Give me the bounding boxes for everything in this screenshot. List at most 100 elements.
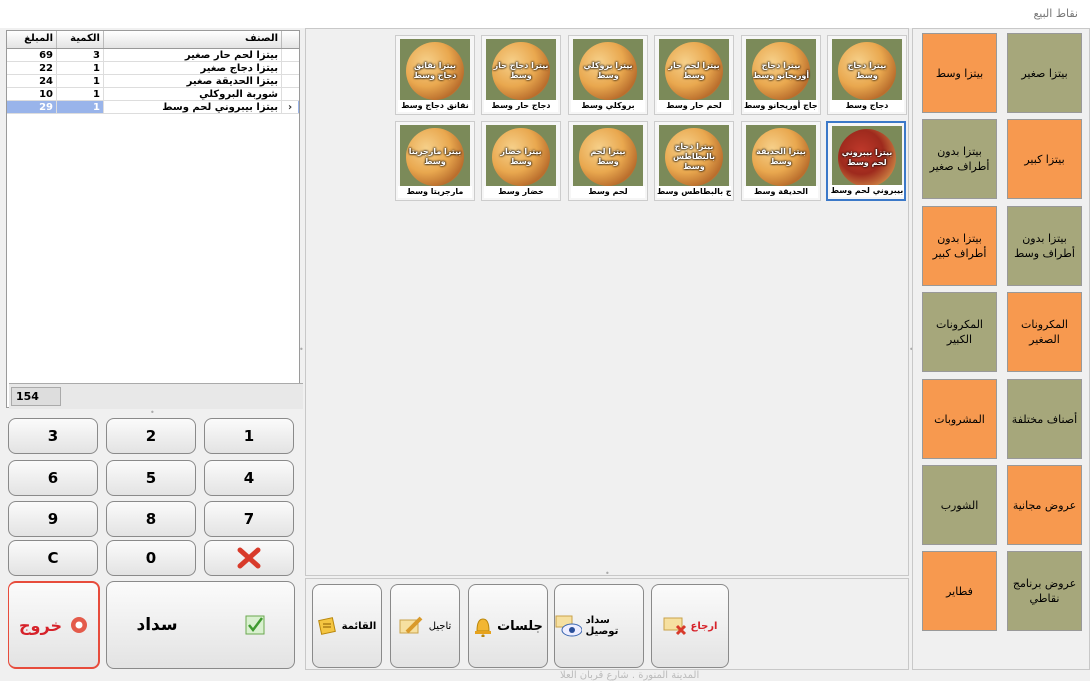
row-amount: 69 [7, 49, 57, 61]
key-7[interactable]: 7 [204, 501, 294, 537]
pizza-image: بيتزا نقانق دجاج وسط [406, 41, 464, 100]
col-amount-header[interactable]: المبلغ [7, 31, 57, 48]
checkmark-icon [245, 615, 265, 635]
row-indicator-icon: › [282, 101, 298, 113]
pay-button[interactable]: سداد [106, 581, 295, 669]
grid-header: المبلغ الكمية الصنف [7, 31, 299, 49]
table-row[interactable]: 24 1 بيتزا الحديقة صغير [7, 75, 299, 88]
table-row[interactable]: 10 1 شوربة البروكلي [7, 88, 299, 101]
exit-label: خروج [19, 615, 62, 635]
product-tile[interactable]: بيتزا لحم وسط لحم وسط [568, 121, 648, 201]
product-label: مارجريتا وسط [398, 186, 472, 198]
title-bar: نقاط البيع [0, 0, 1090, 28]
key-4[interactable]: 4 [204, 460, 294, 496]
key-8[interactable]: 8 [106, 501, 196, 537]
row-amount: 24 [7, 75, 57, 87]
pizza-image: بيتزا دجاج وسط [838, 41, 896, 100]
products-panel: بيتزا دجاج وسط دجاج وسط بيتزا دجاج أوريج… [305, 28, 909, 576]
key-clear[interactable]: C [8, 540, 98, 576]
delete-button[interactable] [204, 540, 294, 576]
category-button[interactable]: عروض برنامج نقاطي [1007, 551, 1082, 631]
key-1[interactable]: 1 [204, 418, 294, 454]
key-2[interactable]: 2 [106, 418, 196, 454]
product-tile[interactable]: بيتزا مارجريتا وسط مارجريتا وسط [395, 121, 475, 201]
menu-label: القائمة [341, 620, 377, 632]
order-grid[interactable]: المبلغ الكمية الصنف 69 3 بيتزا لحم حار ص… [6, 30, 303, 409]
category-button[interactable]: المشروبات [922, 379, 997, 459]
product-tile[interactable]: بيتزا الحديقة وسط الحديقة وسط [741, 121, 821, 201]
product-label: الحديقة وسط [744, 186, 818, 198]
table-row-selected[interactable]: 29 1 بيتزا بيبروني لحم وسط › [7, 101, 299, 114]
pizza-image: بيتزا لحم حار وسط [665, 41, 723, 100]
record-icon [70, 617, 87, 633]
window-title: نقاط البيع [1033, 7, 1078, 20]
row-amount: 22 [7, 62, 57, 74]
bell-icon [475, 618, 492, 637]
category-button[interactable]: عروض مجانية [1007, 465, 1082, 545]
menu-button[interactable]: القائمة [312, 584, 382, 668]
total-bar: 154 [9, 383, 303, 409]
table-row[interactable]: 69 3 بيتزا لحم حار صغير [7, 49, 299, 62]
product-label: نقانق دجاج وسط [398, 100, 472, 112]
product-tile[interactable]: بيتزا بروكلي وسط بروكلي وسط [568, 35, 648, 115]
pay-label: سداد [136, 615, 178, 635]
category-button[interactable]: فطاير [922, 551, 997, 631]
category-button[interactable]: بيتزا بدون أطراف وسط [1007, 206, 1082, 286]
key-6[interactable]: 6 [8, 460, 98, 496]
background-footer-text: المدينة المنورة . شارع قربان العلا [560, 670, 700, 681]
category-button[interactable]: المكرونات الكبير [922, 292, 997, 372]
row-qty: 1 [57, 88, 104, 100]
row-name: شوربة البروكلي [104, 88, 282, 100]
edit-icon [399, 616, 423, 634]
row-indicator [282, 49, 298, 61]
key-9[interactable]: 9 [8, 501, 98, 537]
col-indicator-header [282, 31, 298, 48]
delivery-pay-button[interactable]: سداد توصيل [554, 584, 644, 668]
col-qty-header[interactable]: الكمية [57, 31, 104, 48]
table-row[interactable]: 22 1 بيتزا دجاج صغير [7, 62, 299, 75]
pizza-image: بيتزا بيبروني لحم وسط [838, 128, 896, 187]
product-tile[interactable]: بيتزا دجاج حار وسط دجاج حار وسط [481, 35, 561, 115]
sessions-button[interactable]: جلسات [468, 584, 548, 668]
product-label: لحم وسط [571, 186, 645, 198]
product-label: دجاج وسط [830, 100, 904, 112]
splitter-handle[interactable]: • [150, 408, 155, 417]
splitter-handle[interactable]: • [605, 569, 610, 578]
row-qty: 3 [57, 49, 104, 61]
key-0[interactable]: 0 [106, 540, 196, 576]
product-tile[interactable]: بيتزا دجاج أوريجانو وسط دجاج أوريجانو وس… [741, 35, 821, 115]
product-label: دجاج بالبطاطس وسط [657, 186, 731, 198]
pizza-image: بيتزا دجاج بالبطاطس وسط [665, 127, 723, 186]
category-button[interactable]: أصناف مختلفة [1007, 379, 1082, 459]
row-name: بيتزا بيبروني لحم وسط [104, 101, 282, 113]
category-button[interactable]: بيتزا بدون أطراف كبير [922, 206, 997, 286]
postpone-button[interactable]: تاجيل [390, 584, 460, 668]
exit-button[interactable]: خروج [8, 581, 100, 669]
pizza-image: بيتزا لحم وسط [579, 127, 637, 186]
category-button[interactable]: بيتزا بدون أطراف صغير [922, 119, 997, 199]
product-tile-selected[interactable]: بيتزا بيبروني لحم وسط بيبروني لحم وسط [826, 121, 906, 201]
product-label: دجاج حار وسط [484, 100, 558, 112]
category-button[interactable]: بيتزا صغير [1007, 33, 1082, 113]
product-tile[interactable]: بيتزا نقانق دجاج وسط نقانق دجاج وسط [395, 35, 475, 115]
pizza-image: بيتزا مارجريتا وسط [406, 127, 464, 186]
product-tile[interactable]: بيتزا دجاج بالبطاطس وسط دجاج بالبطاطس وس… [654, 121, 734, 201]
category-button[interactable]: بيتزا وسط [922, 33, 997, 113]
return-button[interactable]: ارجاع [651, 584, 729, 668]
key-3[interactable]: 3 [8, 418, 98, 454]
category-button[interactable]: الشورب [922, 465, 997, 545]
product-tile[interactable]: بيتزا خضار وسط خضار وسط [481, 121, 561, 201]
col-name-header[interactable]: الصنف [104, 31, 282, 48]
key-5[interactable]: 5 [106, 460, 196, 496]
delete-x-icon [237, 547, 261, 569]
category-button[interactable]: بيتزا كبير [1007, 119, 1082, 199]
row-qty: 1 [57, 75, 104, 87]
product-label: دجاج أوريجانو وسط [744, 100, 818, 112]
panel-splitter[interactable]: • [299, 345, 304, 354]
row-name: بيتزا لحم حار صغير [104, 49, 282, 61]
product-tile[interactable]: بيتزا لحم حار وسط لحم حار وسط [654, 35, 734, 115]
category-button[interactable]: المكرونات الصغير [1007, 292, 1082, 372]
return-label: ارجاع [690, 620, 718, 632]
order-panel: المبلغ الكمية الصنف 69 3 بيتزا لحم حار ص… [4, 28, 303, 669]
product-tile[interactable]: بيتزا دجاج وسط دجاج وسط [827, 35, 907, 115]
